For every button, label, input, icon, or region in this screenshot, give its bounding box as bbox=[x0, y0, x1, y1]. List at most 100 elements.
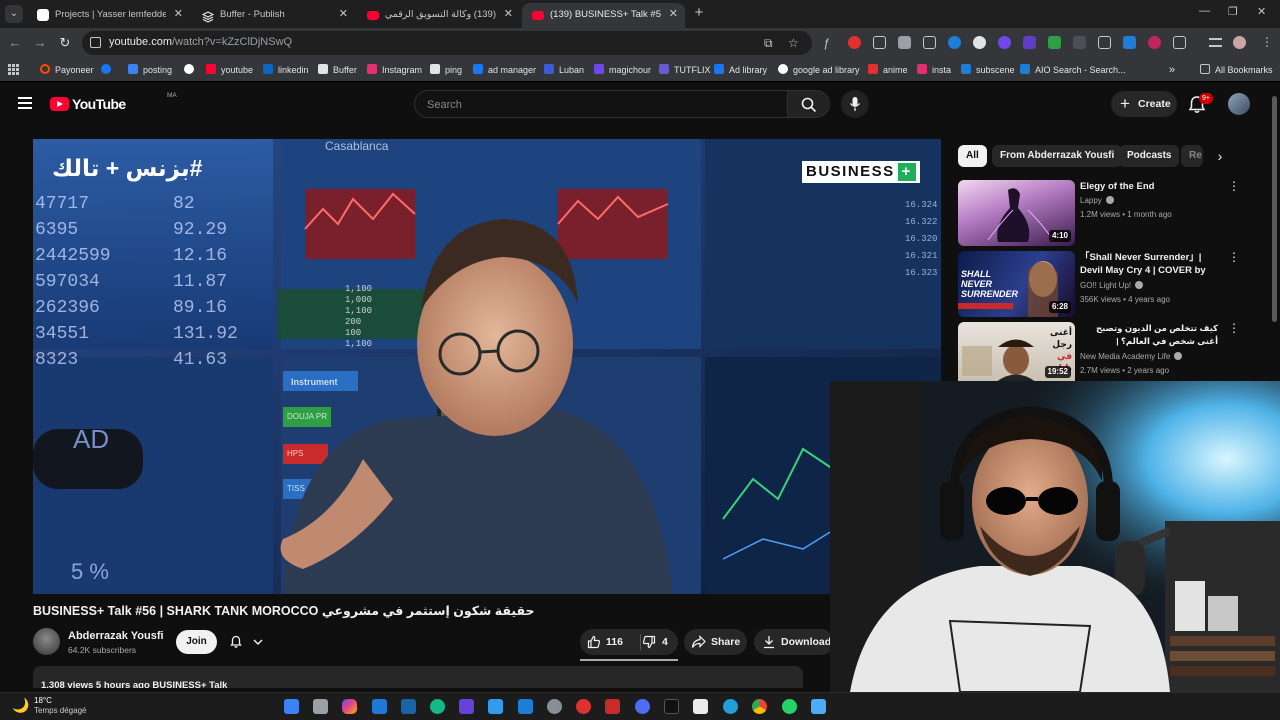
apps-grid-icon[interactable] bbox=[8, 64, 19, 75]
dislike-button[interactable]: 4 bbox=[641, 629, 678, 655]
close-window-button[interactable]: ✕ bbox=[1257, 5, 1266, 18]
extension-game-icon[interactable] bbox=[873, 36, 886, 49]
bookmark-subscene[interactable]: subscene bbox=[961, 63, 1015, 77]
recommended-video[interactable]: SHALL NEVER SURRENDER 6:28 「Shall Never … bbox=[958, 251, 1248, 317]
install-app-icon[interactable]: ⧉ bbox=[764, 36, 773, 51]
join-button[interactable]: Join bbox=[176, 630, 217, 654]
tab-close-icon[interactable]: ✕ bbox=[174, 3, 183, 26]
feather-app-icon[interactable] bbox=[430, 699, 445, 714]
bookmark-tutflix[interactable]: TUTFLIX bbox=[659, 63, 711, 77]
account-avatar[interactable] bbox=[1228, 93, 1250, 115]
tab-close-icon[interactable]: ✕ bbox=[669, 3, 678, 26]
address-bar[interactable]: youtube.com/watch?v=kZzClDjNSwQ ⧉ ☆ bbox=[82, 31, 812, 55]
extension-violet-icon[interactable] bbox=[1023, 36, 1036, 49]
extension-camera-icon[interactable] bbox=[898, 36, 911, 49]
bookmark-ad-library[interactable]: Ad library bbox=[714, 63, 767, 77]
app-purple-icon[interactable] bbox=[459, 699, 474, 714]
recommended-video[interactable]: أغنى رجل في بابل 19:52 كيف تتخلص من الدي… bbox=[958, 322, 1248, 388]
bookmark-payoneer[interactable]: Payoneer bbox=[40, 63, 94, 77]
chrome-menu-icon[interactable]: ⋮ bbox=[1261, 35, 1273, 49]
video-thumbnail[interactable]: SHALL NEVER SURRENDER 6:28 bbox=[958, 251, 1075, 317]
bookmark-anime[interactable]: anime bbox=[868, 63, 908, 77]
new-tab-button[interactable]: + bbox=[690, 3, 708, 23]
more-options-icon[interactable]: ⋮ bbox=[1228, 180, 1240, 192]
download-button[interactable]: Download bbox=[754, 629, 834, 655]
bookmark-aio-search[interactable]: AIO Search - Search... bbox=[1020, 63, 1126, 77]
whatsapp-icon[interactable] bbox=[782, 699, 797, 714]
bookmark-ad-manager[interactable]: ad manager bbox=[473, 63, 536, 77]
more-options-icon[interactable]: ⋮ bbox=[1228, 322, 1240, 334]
app-blue-circle-icon[interactable] bbox=[635, 699, 650, 714]
telegram-icon[interactable] bbox=[723, 699, 738, 714]
tab-youtube-business-talk[interactable]: (139) BUSINESS+ Talk #56 | SHA ✕ bbox=[522, 3, 685, 28]
voice-search-button[interactable] bbox=[841, 90, 869, 118]
copilot-icon[interactable] bbox=[342, 699, 357, 714]
video-thumbnail[interactable]: 4:10 bbox=[958, 180, 1075, 246]
chip-all[interactable]: All bbox=[958, 145, 987, 167]
bookmark-linkedin[interactable]: linkedin bbox=[263, 63, 309, 77]
share-button[interactable]: Share bbox=[684, 629, 747, 655]
tab-close-icon[interactable]: ✕ bbox=[339, 3, 348, 26]
extension-code-icon[interactable] bbox=[923, 36, 936, 49]
settings-gear-icon[interactable] bbox=[547, 699, 562, 714]
recommended-video[interactable]: 4:10 Elegy of the End Lappy 1.2M views •… bbox=[958, 180, 1248, 246]
bookmark-youtube[interactable]: youtube bbox=[206, 63, 253, 77]
app-light-blue-icon[interactable] bbox=[811, 699, 826, 714]
extension-globe-icon[interactable] bbox=[973, 36, 986, 49]
bookmark-google-ad-library[interactable]: google ad library bbox=[778, 63, 860, 77]
more-bookmarks-button[interactable]: » bbox=[1169, 63, 1175, 77]
bookmark-magichour[interactable]: magichour bbox=[594, 63, 651, 77]
extension-purple-icon[interactable] bbox=[998, 36, 1011, 49]
bookmark-ping[interactable]: ping bbox=[430, 63, 462, 77]
forward-arrow-icon[interactable]: → bbox=[31, 34, 49, 52]
url-text[interactable]: youtube.com/watch?v=kZzClDjNSwQ bbox=[109, 36, 292, 48]
opera-icon[interactable] bbox=[576, 699, 591, 714]
extension-pink-icon[interactable] bbox=[1148, 36, 1161, 49]
restore-button[interactable]: ❐ bbox=[1228, 5, 1238, 18]
like-button[interactable]: 116 bbox=[580, 629, 640, 655]
create-button[interactable]: + Create bbox=[1111, 91, 1177, 117]
video-player[interactable]: 47717 6395 2442599 597034 262396 34551 8… bbox=[33, 139, 941, 594]
video-thumbnail[interactable]: أغنى رجل في بابل 19:52 bbox=[958, 322, 1075, 382]
bookmark-facebook[interactable] bbox=[101, 63, 116, 77]
all-bookmarks-folder[interactable]: All Bookmarks bbox=[1200, 63, 1273, 77]
channel-avatar[interactable] bbox=[33, 628, 60, 655]
reload-icon[interactable]: ↻ bbox=[56, 34, 74, 52]
page-scrollbar[interactable] bbox=[1272, 96, 1277, 322]
minimize-button[interactable]: — bbox=[1199, 5, 1210, 17]
extension-tag-icon[interactable] bbox=[1123, 36, 1136, 49]
chrome-icon[interactable] bbox=[752, 699, 767, 714]
site-info-icon[interactable] bbox=[90, 37, 101, 48]
chip-from-channel[interactable]: From Abderrazak Yousfi bbox=[992, 145, 1123, 167]
formula-extension-icon[interactable]: ƒ bbox=[823, 36, 830, 50]
more-options-icon[interactable]: ⋮ bbox=[1228, 251, 1240, 263]
search-button[interactable] bbox=[787, 90, 830, 118]
back-arrow-icon[interactable]: ← bbox=[6, 34, 24, 52]
weather-moon-icon[interactable]: 🌙 bbox=[12, 697, 29, 714]
bookmark-buffer[interactable]: Buffer bbox=[318, 63, 357, 77]
search-input[interactable] bbox=[427, 97, 767, 113]
edge-icon[interactable] bbox=[488, 699, 503, 714]
subscribed-notifications-button[interactable] bbox=[222, 630, 272, 654]
tab-projects[interactable]: Projects | Yasser lemfeddel's W ✕ bbox=[27, 3, 190, 28]
bookmark-insta[interactable]: insta bbox=[917, 63, 951, 77]
channel-name[interactable]: Abderrazak Yousfi bbox=[68, 630, 164, 642]
tab-close-icon[interactable]: ✕ bbox=[504, 3, 513, 26]
netflix-icon[interactable] bbox=[605, 699, 620, 714]
extension-blue-icon[interactable] bbox=[948, 36, 961, 49]
profile-icon[interactable] bbox=[1233, 36, 1246, 49]
chip-podcasts[interactable]: Podcasts bbox=[1119, 145, 1180, 167]
task-view-icon[interactable] bbox=[313, 699, 328, 714]
outlook-icon[interactable] bbox=[518, 699, 533, 714]
weather-condition[interactable]: Temps dégagé bbox=[34, 706, 86, 715]
windows-start-icon[interactable] bbox=[284, 699, 299, 714]
extension-gray-icon[interactable] bbox=[1073, 36, 1086, 49]
description-box[interactable]: 1,308 views 5 hours ago BUSINESS+ Talk bbox=[33, 666, 803, 688]
extensions-puzzle-icon[interactable] bbox=[1173, 36, 1186, 49]
chevron-right-icon[interactable]: › bbox=[1210, 146, 1230, 166]
tab-youtube-agency[interactable]: (139) وكالة التسويق الرقمي كيف ✕ bbox=[357, 3, 520, 28]
temperature[interactable]: 18°C bbox=[34, 696, 52, 705]
tiktok-icon[interactable] bbox=[664, 699, 679, 714]
tab-search-button[interactable]: ⌄ bbox=[5, 5, 23, 23]
teamviewer-icon[interactable] bbox=[401, 699, 416, 714]
